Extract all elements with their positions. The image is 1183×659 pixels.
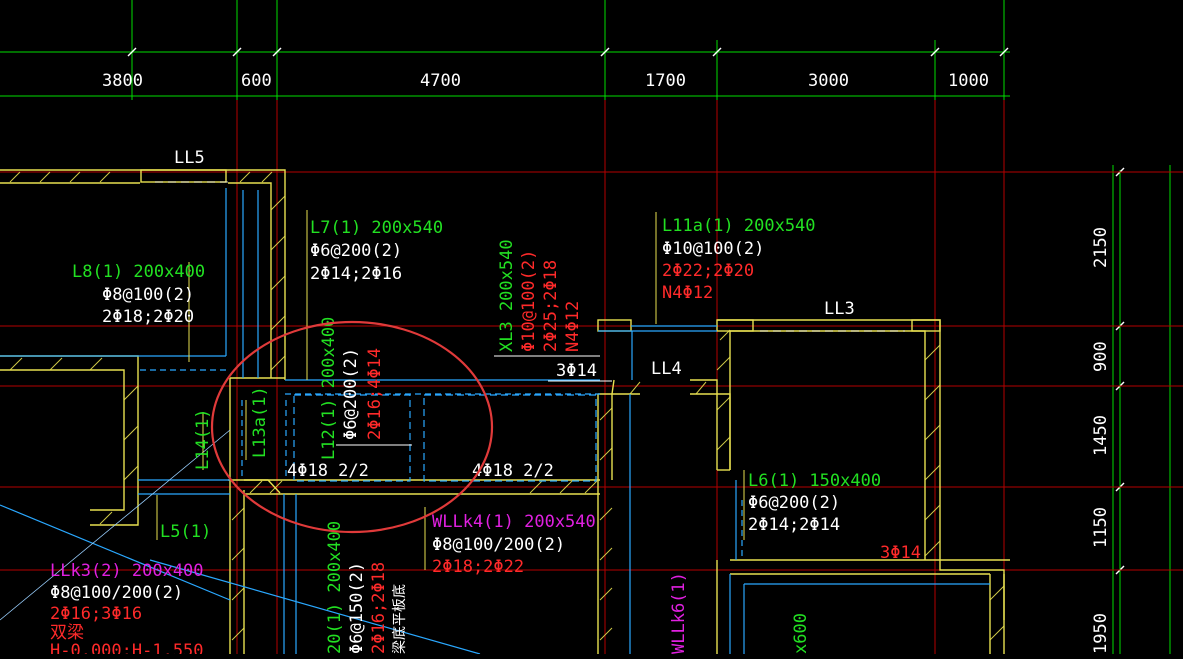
top-dimensions: 3800 600 4700 1700 3000 1000	[102, 71, 989, 91]
svg-text:双梁: 双梁	[50, 623, 84, 643]
svg-text:H-0.000;H-1.550: H-0.000;H-1.550	[50, 641, 204, 654]
dim-right-4: 1150	[1091, 507, 1111, 548]
label-ll4: LL4	[651, 359, 682, 379]
annotation-l8: L8(1) 200x400 Φ8@100(2) 2Φ18;2Φ20	[72, 262, 205, 327]
label-l13a: L13a(1)	[250, 386, 270, 458]
svg-text:2Φ16;2Φ18: 2Φ16;2Φ18	[369, 562, 389, 654]
annotation-xl3: XL3 200x540 Φ10@100(2) 2Φ25;2Φ18 N4Φ12	[497, 239, 583, 352]
svg-text:LLk3(2) 200x400: LLk3(2) 200x400	[50, 561, 204, 581]
dim-right-1: 2150	[1091, 227, 1111, 268]
dim-right-2: 900	[1091, 341, 1111, 372]
dim-top-2: 600	[241, 71, 272, 91]
svg-text:L11a(1) 200x540: L11a(1) 200x540	[662, 216, 816, 236]
label-wllk6: WLLk6(1)	[669, 572, 689, 654]
svg-text:Φ6@200(2): Φ6@200(2)	[748, 493, 840, 513]
dim-right-5: 1950	[1091, 613, 1111, 654]
label-l14: L14(1)	[193, 409, 213, 470]
dim-right-3: 1450	[1091, 415, 1111, 456]
label-bot-left: 4Φ18 2/2	[287, 461, 369, 481]
svg-text:2Φ25;2Φ18: 2Φ25;2Φ18	[541, 260, 561, 352]
svg-text:L7(1) 200x540: L7(1) 200x540	[310, 218, 443, 238]
svg-text:XL3 200x540: XL3 200x540	[497, 239, 517, 352]
label-ll3: LL3	[824, 299, 855, 319]
svg-text:L8(1) 200x400: L8(1) 200x400	[72, 262, 205, 282]
svg-text:2Φ22;2Φ20: 2Φ22;2Φ20	[662, 261, 754, 281]
svg-text:Φ6@200(2): Φ6@200(2)	[310, 241, 402, 261]
svg-text:梁底平板底: 梁底平板底	[392, 584, 408, 654]
dim-top-4: 1700	[645, 71, 686, 91]
svg-text:N4Φ12: N4Φ12	[662, 283, 713, 303]
svg-text:2Φ14;2Φ14: 2Φ14;2Φ14	[748, 515, 840, 535]
annotation-l12: L12(1) 200x400 Φ6@200(2) 2Φ16;4Φ14	[319, 317, 385, 460]
svg-text:Φ10@100(2): Φ10@100(2)	[519, 250, 539, 352]
svg-text:2Φ18;2Φ20: 2Φ18;2Φ20	[102, 307, 194, 327]
annotation-l11a: L11a(1) 200x540 Φ10@100(2) 2Φ22;2Φ20 N4Φ…	[662, 216, 816, 303]
label-top-3: 3Φ14	[556, 361, 597, 381]
annotation-llk3: LLk3(2) 200x400 Φ8@100/200(2) 2Φ16;3Φ16 …	[50, 561, 204, 659]
svg-text:Φ10@100(2): Φ10@100(2)	[662, 239, 764, 259]
drawing-svg: 3800 600 4700 1700 3000 1000 2150 900 14…	[0, 0, 1183, 659]
svg-text:2Φ14;2Φ16: 2Φ14;2Φ16	[310, 264, 402, 284]
dim-top-3: 4700	[420, 71, 461, 91]
label-bot-right: 4Φ18 2/2	[472, 461, 554, 481]
svg-text:N4Φ12: N4Φ12	[563, 301, 583, 352]
svg-text:Φ8@100(2): Φ8@100(2)	[102, 285, 194, 305]
svg-text:Φ6@150(2): Φ6@150(2)	[347, 562, 367, 654]
label-ll5: LL5	[174, 148, 205, 168]
dim-top-5: 3000	[808, 71, 849, 91]
annotation-l20: 20(1) 200x400 Φ6@150(2) 2Φ16;2Φ18 梁底平板底	[325, 521, 408, 654]
svg-text:WLLk4(1) 200x540: WLLk4(1) 200x540	[432, 512, 596, 532]
svg-text:2Φ18;2Φ22: 2Φ18;2Φ22	[432, 557, 524, 577]
svg-text:20(1) 200x400: 20(1) 200x400	[325, 521, 345, 654]
svg-text:Φ8@100/200(2): Φ8@100/200(2)	[50, 583, 183, 603]
annotation-wllk4: WLLk4(1) 200x540 Φ8@100/200(2) 2Φ18;2Φ22	[432, 512, 596, 577]
dim-top-6: 1000	[948, 71, 989, 91]
svg-text:3Φ14: 3Φ14	[880, 543, 921, 563]
annotation-l7: L7(1) 200x540 Φ6@200(2) 2Φ14;2Φ16	[310, 218, 443, 284]
dimension-lines	[0, 0, 1183, 654]
cad-drawing-canvas[interactable]: 3800 600 4700 1700 3000 1000 2150 900 14…	[0, 0, 1183, 659]
label-x600: x600	[791, 613, 811, 654]
svg-text:L12(1) 200x400: L12(1) 200x400	[319, 317, 339, 460]
label-l5: L5(1)	[160, 522, 211, 542]
dim-top-1: 3800	[102, 71, 143, 91]
svg-text:2Φ16;4Φ14: 2Φ16;4Φ14	[365, 348, 385, 440]
svg-text:Φ6@200(2): Φ6@200(2)	[341, 348, 361, 440]
svg-text:Φ8@100/200(2): Φ8@100/200(2)	[432, 535, 565, 555]
svg-text:L6(1) 150x400: L6(1) 150x400	[748, 471, 881, 491]
svg-text:2Φ16;3Φ16: 2Φ16;3Φ16	[50, 604, 142, 624]
right-dimensions: 2150 900 1450 1150 1950	[1091, 227, 1111, 654]
annotation-l6: L6(1) 150x400 Φ6@200(2) 2Φ14;2Φ14 3Φ14	[748, 471, 921, 563]
